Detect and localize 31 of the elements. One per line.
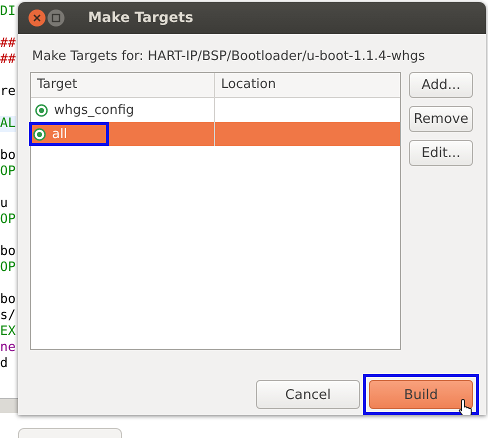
code-line: ## (0, 52, 16, 68)
dialog-button[interactable]: Remove (409, 106, 473, 132)
column-header[interactable]: Location (215, 73, 400, 97)
dialog-heading: Make Targets for: HART-IP/BSP/Bootloader/u-boot-1.1.4-whgs (32, 49, 426, 64)
close-icon[interactable] (28, 9, 46, 27)
code-line: s/ (0, 308, 16, 324)
target-name: whgs_config (54, 102, 134, 118)
hand-cursor-icon (458, 398, 474, 415)
code-line: u (0, 196, 8, 212)
code-line: DI (0, 4, 16, 20)
column-header[interactable]: Target (31, 73, 215, 97)
code-line: OP (0, 260, 16, 276)
dialog-button[interactable]: Edit... (409, 140, 473, 166)
code-line: bo (0, 244, 16, 260)
code-line: re (0, 84, 16, 100)
target-icon (35, 104, 48, 116)
target-name: all (52, 126, 68, 142)
target-icon (33, 128, 46, 140)
window-title: Make Targets (88, 10, 194, 26)
code-line: EX (0, 324, 16, 340)
code-line: bo (0, 148, 16, 164)
dialog-button[interactable]: Add... (409, 72, 473, 98)
code-line: ## (0, 36, 16, 52)
code-line: d (0, 356, 8, 372)
build-button[interactable]: Build (369, 380, 473, 409)
code-line: OP (0, 164, 16, 180)
code-line: bo (0, 292, 16, 308)
maximize-icon[interactable] (47, 9, 65, 27)
code-line: OP (0, 212, 16, 228)
code-line: ne (0, 340, 16, 356)
cancel-button[interactable]: Cancel (256, 380, 360, 409)
